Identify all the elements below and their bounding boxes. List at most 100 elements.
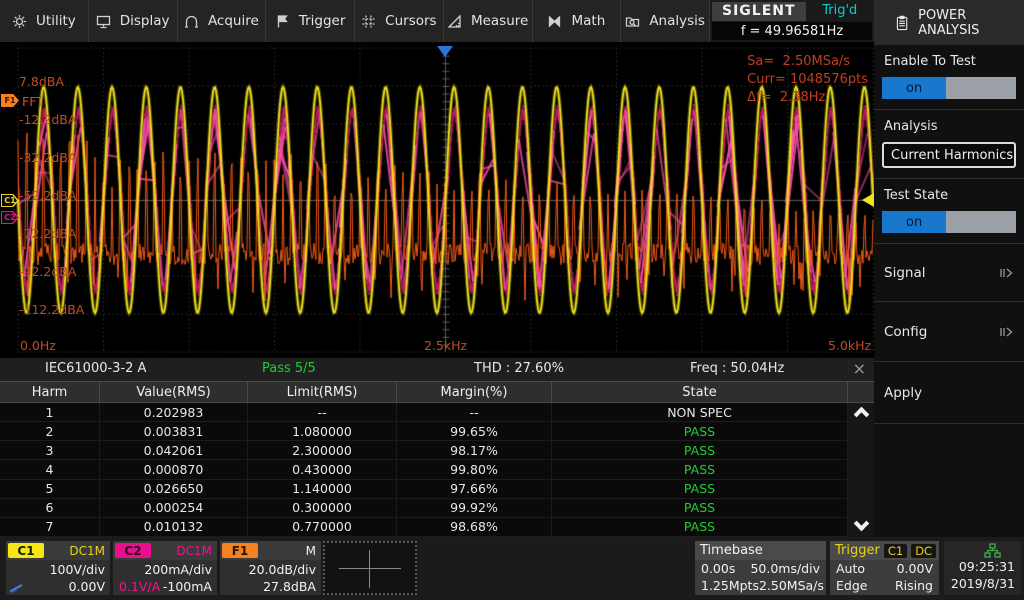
margin-cell: 98.68%	[397, 518, 552, 536]
bowtie-icon	[547, 14, 562, 29]
col-header-harm: Harm	[0, 382, 100, 402]
c2-scale: 200mA/div	[113, 561, 212, 578]
waveform-display: 7.8dBA -12.2dBA -32.2dBA -52.2dBA -72.2d…	[0, 42, 874, 358]
harm-cell: 7	[0, 518, 100, 536]
table-header-row: Harm Value(RMS) Limit(RMS) Margin(%) Sta…	[0, 381, 874, 403]
menu-label: Utility	[36, 13, 76, 29]
margin-cell: --	[397, 403, 552, 421]
scroll-down-icon[interactable]	[853, 516, 869, 532]
freq-axis-mid: 2.5kHz	[424, 338, 467, 353]
menu-utility[interactable]: Utility	[0, 0, 89, 42]
timebase-delay: 0.00s	[701, 560, 735, 577]
margin-cell: 97.66%	[397, 480, 552, 498]
signal-menu-item[interactable]: Signal	[874, 244, 1024, 302]
submenu-arrow-icon	[998, 266, 1014, 280]
trigger-title: Trigger	[835, 543, 880, 558]
fft-scale-label: -92.2dBA	[19, 264, 76, 279]
fft-scale-label: -52.2dBA	[19, 188, 76, 203]
fft-scale-label: -112.2dBA	[19, 302, 84, 317]
signal-label: Signal	[884, 265, 925, 281]
table-row: 50.0266501.14000097.66%PASS	[0, 480, 848, 499]
close-icon[interactable]: ×	[853, 361, 866, 377]
menu-analysis[interactable]: Analysis	[621, 0, 710, 42]
clock-time: 09:25:31	[959, 558, 1015, 575]
skew-icon	[9, 582, 27, 593]
timebase-title: Timebase	[700, 543, 763, 558]
trigger-level: 0.00V	[897, 560, 933, 577]
menu-math[interactable]: Math	[533, 0, 622, 42]
scroll-up-icon[interactable]	[853, 407, 869, 423]
analysis-type-dropdown[interactable]: Current Harmonics	[882, 142, 1016, 168]
menu-label: Math	[571, 13, 605, 29]
network-icon	[984, 543, 1001, 558]
menu-label: Analysis	[649, 13, 705, 29]
toggle-on-state: on	[882, 77, 946, 99]
harm-cell: 1	[0, 403, 100, 421]
timebase-scale: 50.0ms/div	[750, 560, 820, 577]
state-cell: PASS	[552, 422, 848, 440]
channel2-descriptor[interactable]: C2 DC1M 200mA/div 0.1V/A -100mA	[113, 541, 217, 595]
config-menu-item[interactable]: Config	[874, 302, 1024, 362]
limit-cell: 2.300000	[248, 441, 397, 459]
enable-to-test-label: Enable To Test	[882, 54, 1016, 77]
apply-button[interactable]: Apply	[874, 362, 1024, 424]
timebase-descriptor[interactable]: Timebase 0.00s50.0ms/div 1.25Mpts2.50MSa…	[695, 541, 826, 595]
trigger-position-marker[interactable]	[437, 46, 453, 57]
menu-acquire[interactable]: Acquire	[178, 0, 267, 42]
margin-cell: 99.80%	[397, 460, 552, 478]
col-header-limit: Limit(RMS)	[248, 382, 397, 402]
trigger-slope: Rising	[895, 577, 933, 594]
c2-chip: C2	[115, 543, 151, 558]
siglent-logo: SIGLENT	[712, 2, 806, 21]
top-menu-bar: Utility Display Acquire Trigger Cursors …	[0, 0, 874, 42]
table-scrollbar[interactable]	[848, 403, 874, 537]
trigger-coupling: DC	[911, 544, 936, 558]
freq-axis-start: 0.0Hz	[20, 338, 56, 353]
state-cell: PASS	[552, 460, 848, 478]
trigger-status-badge: Trig'd	[806, 3, 874, 18]
toggle-off-state	[946, 211, 1016, 233]
trigger-level-marker[interactable]	[862, 193, 874, 207]
menu-label: Display	[120, 13, 170, 29]
enable-to-test-toggle[interactable]: on	[882, 77, 1016, 99]
menu-measure[interactable]: Measure	[444, 0, 533, 42]
add-channel-placeholder[interactable]	[323, 541, 417, 595]
channel1-descriptor[interactable]: C1 DC1M 100V/div 0.00V	[6, 541, 110, 595]
c2-probe-ratio: 0.1V/A	[119, 578, 160, 595]
c2-offset: -100mA	[163, 578, 212, 595]
folder-search-icon	[625, 14, 640, 29]
value-cell: 0.000254	[100, 499, 248, 517]
table-row: 20.0038311.08000099.65%PASS	[0, 422, 848, 441]
menu-trigger[interactable]: Trigger	[266, 0, 355, 42]
pass-count-badge: Pass 5/5	[262, 361, 316, 376]
value-cell: 0.202983	[100, 403, 248, 421]
gear-icon	[12, 14, 27, 29]
menu-display[interactable]: Display	[89, 0, 178, 42]
limit-cell: 0.300000	[248, 499, 397, 517]
analysis-label: Analysis	[882, 119, 1016, 142]
plus-icon	[339, 568, 401, 569]
value-cell: 0.010132	[100, 518, 248, 536]
ruler-icon	[447, 14, 462, 29]
limit-cell: 1.080000	[248, 422, 397, 440]
margin-cell: 99.92%	[397, 499, 552, 517]
test-state-label: Test State	[882, 188, 1016, 211]
flag-icon	[275, 14, 290, 29]
trigger-descriptor[interactable]: Trigger C1 DC Auto0.00V EdgeRising	[830, 541, 939, 595]
menu-cursors[interactable]: Cursors	[355, 0, 444, 42]
fft-scale-label: -12.2dBA	[19, 112, 76, 127]
menu-label: Trigger	[299, 13, 346, 29]
menu-label: Cursors	[385, 13, 436, 29]
waveform-canvas	[0, 42, 874, 358]
submenu-arrow-icon	[998, 325, 1014, 339]
col-header-value: Value(RMS)	[100, 382, 248, 402]
clipboard-icon	[896, 15, 908, 31]
c2-coupling: DC1M	[176, 544, 212, 558]
harm-cell: 5	[0, 480, 100, 498]
f1-chip: F1	[222, 543, 258, 558]
test-state-toggle[interactable]: on	[882, 211, 1016, 233]
math-f1-descriptor[interactable]: F1 M 20.0dB/div 27.8dBA	[220, 541, 321, 595]
monitor-icon	[96, 14, 111, 29]
harm-cell: 2	[0, 422, 100, 440]
state-cell: PASS	[552, 480, 848, 498]
